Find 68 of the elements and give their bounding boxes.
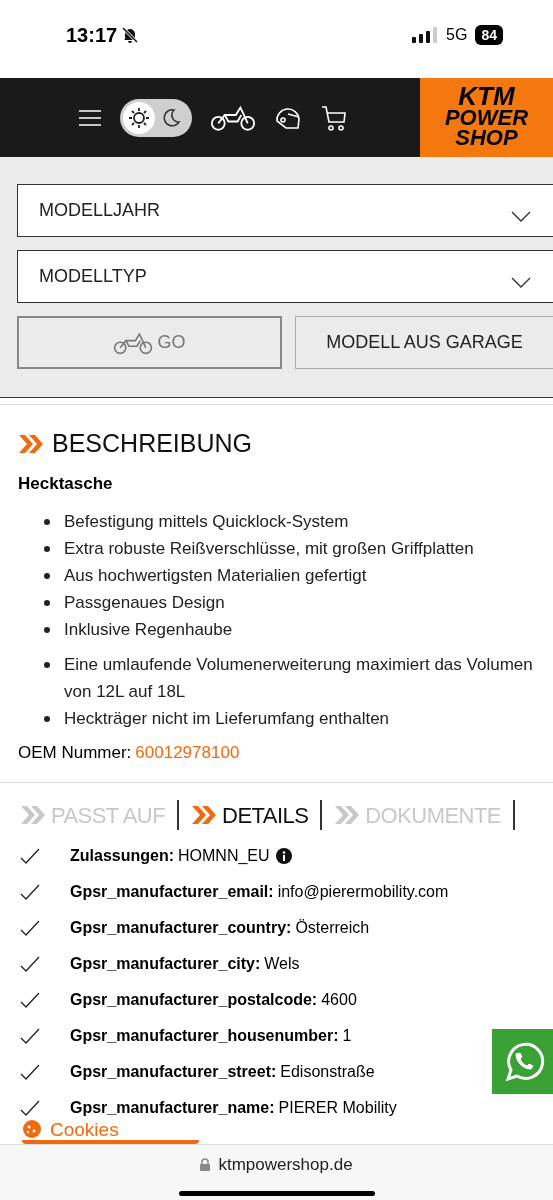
checkmark-icon	[20, 955, 40, 972]
bullet-icon	[44, 662, 50, 668]
checkmark-icon	[20, 1027, 40, 1044]
cart-icon[interactable]	[320, 103, 348, 132]
checkmark-icon	[20, 1099, 40, 1116]
bullet-text: Extra robuste Reißverschlüsse, mit großen Griffplatten	[64, 538, 474, 560]
detail-value: info@pierermobility.com	[277, 881, 449, 902]
info-icon[interactable]	[275, 847, 292, 864]
detail-value: 1	[342, 1025, 352, 1046]
detail-value: HOMNN_EU	[178, 845, 270, 866]
chevron-down-icon	[511, 276, 531, 289]
product-name: Hecktasche	[18, 472, 114, 495]
chevron-down-icon	[511, 210, 531, 223]
moon-icon	[161, 107, 181, 128]
detail-label: Gpsr_manufacturer_housenumber:	[70, 1025, 339, 1046]
whatsapp-button[interactable]	[492, 1029, 553, 1094]
garage-button[interactable]: MODELL AUS GARAGE	[295, 316, 553, 369]
menu-icon[interactable]	[78, 108, 102, 127]
select-field[interactable]: MODELLJAHR	[17, 184, 553, 237]
bullet-text: Aus hochwertigsten Materialien gefertigt	[64, 565, 367, 587]
bullet-icon	[44, 519, 50, 525]
motorcycle-icon	[210, 103, 256, 132]
detail-value: Österreich	[295, 917, 370, 938]
detail-value: 4600	[321, 989, 357, 1010]
detail-value: Wels	[264, 953, 300, 974]
signal-icon	[412, 27, 439, 43]
detail-label: Gpsr_manufacturer_postalcode:	[70, 989, 318, 1010]
detail-label: Gpsr_manufacturer_country:	[70, 917, 292, 938]
detail-value: Edisonstraße	[280, 1061, 375, 1082]
bullet-icon	[44, 716, 50, 722]
checkmark-icon	[20, 1063, 40, 1080]
theme-toggle[interactable]	[120, 98, 192, 137]
tab[interactable]: DETAILS	[191, 798, 309, 832]
motorcycle-icon	[113, 330, 154, 355]
url-text[interactable]: ktmpowershop.de	[218, 1152, 353, 1178]
bullet-icon	[44, 546, 50, 552]
checkmark-icon	[20, 919, 40, 936]
checkmark-icon	[20, 991, 40, 1008]
detail-value: PIERER Mobility	[278, 1097, 397, 1118]
clock-time: 13:17	[66, 23, 118, 48]
select-field[interactable]: MODELLTYP	[17, 250, 553, 303]
double-chevron-icon	[191, 805, 218, 825]
bullet-text: Inklusive Regenhaube	[64, 619, 233, 641]
oem-label: OEM Nummer:	[18, 742, 132, 764]
double-chevron-icon	[18, 433, 44, 454]
detail-label: Gpsr_manufacturer_street:	[70, 1061, 277, 1082]
double-chevron-icon	[20, 805, 46, 825]
checkmark-icon	[20, 847, 40, 864]
bullet-icon	[44, 627, 50, 633]
brand-logo[interactable]: KTM POWER SHOP	[420, 78, 553, 157]
bullet-icon	[44, 573, 50, 579]
battery-indicator: 84	[475, 25, 503, 45]
checkmark-icon	[20, 883, 40, 900]
bullet-text: Befestigung mittels Quicklock-System	[64, 511, 349, 533]
detail-label: Gpsr_manufacturer_name:	[70, 1097, 275, 1118]
section-heading: BESCHREIBUNG	[52, 428, 253, 459]
bullet-text: Eine umlaufende Volumenerweiterung maximiert das Volumen von 12L auf 18L	[64, 654, 534, 703]
lock-icon	[200, 1158, 211, 1172]
detail-label: Zulassungen:	[70, 845, 174, 866]
double-chevron-icon	[334, 805, 361, 825]
bullet-text: Heckträger nicht im Lieferumfang enthalten	[64, 708, 390, 730]
detail-label: Gpsr_manufacturer_city:	[70, 953, 261, 974]
bullet-text: Passgenaues Design	[64, 592, 225, 614]
detail-label: Gpsr_manufacturer_email:	[70, 881, 274, 902]
bullet-icon	[44, 600, 50, 606]
sun-icon	[128, 106, 150, 129]
cookie-icon	[22, 1119, 42, 1139]
network-label: 5G	[446, 25, 468, 45]
